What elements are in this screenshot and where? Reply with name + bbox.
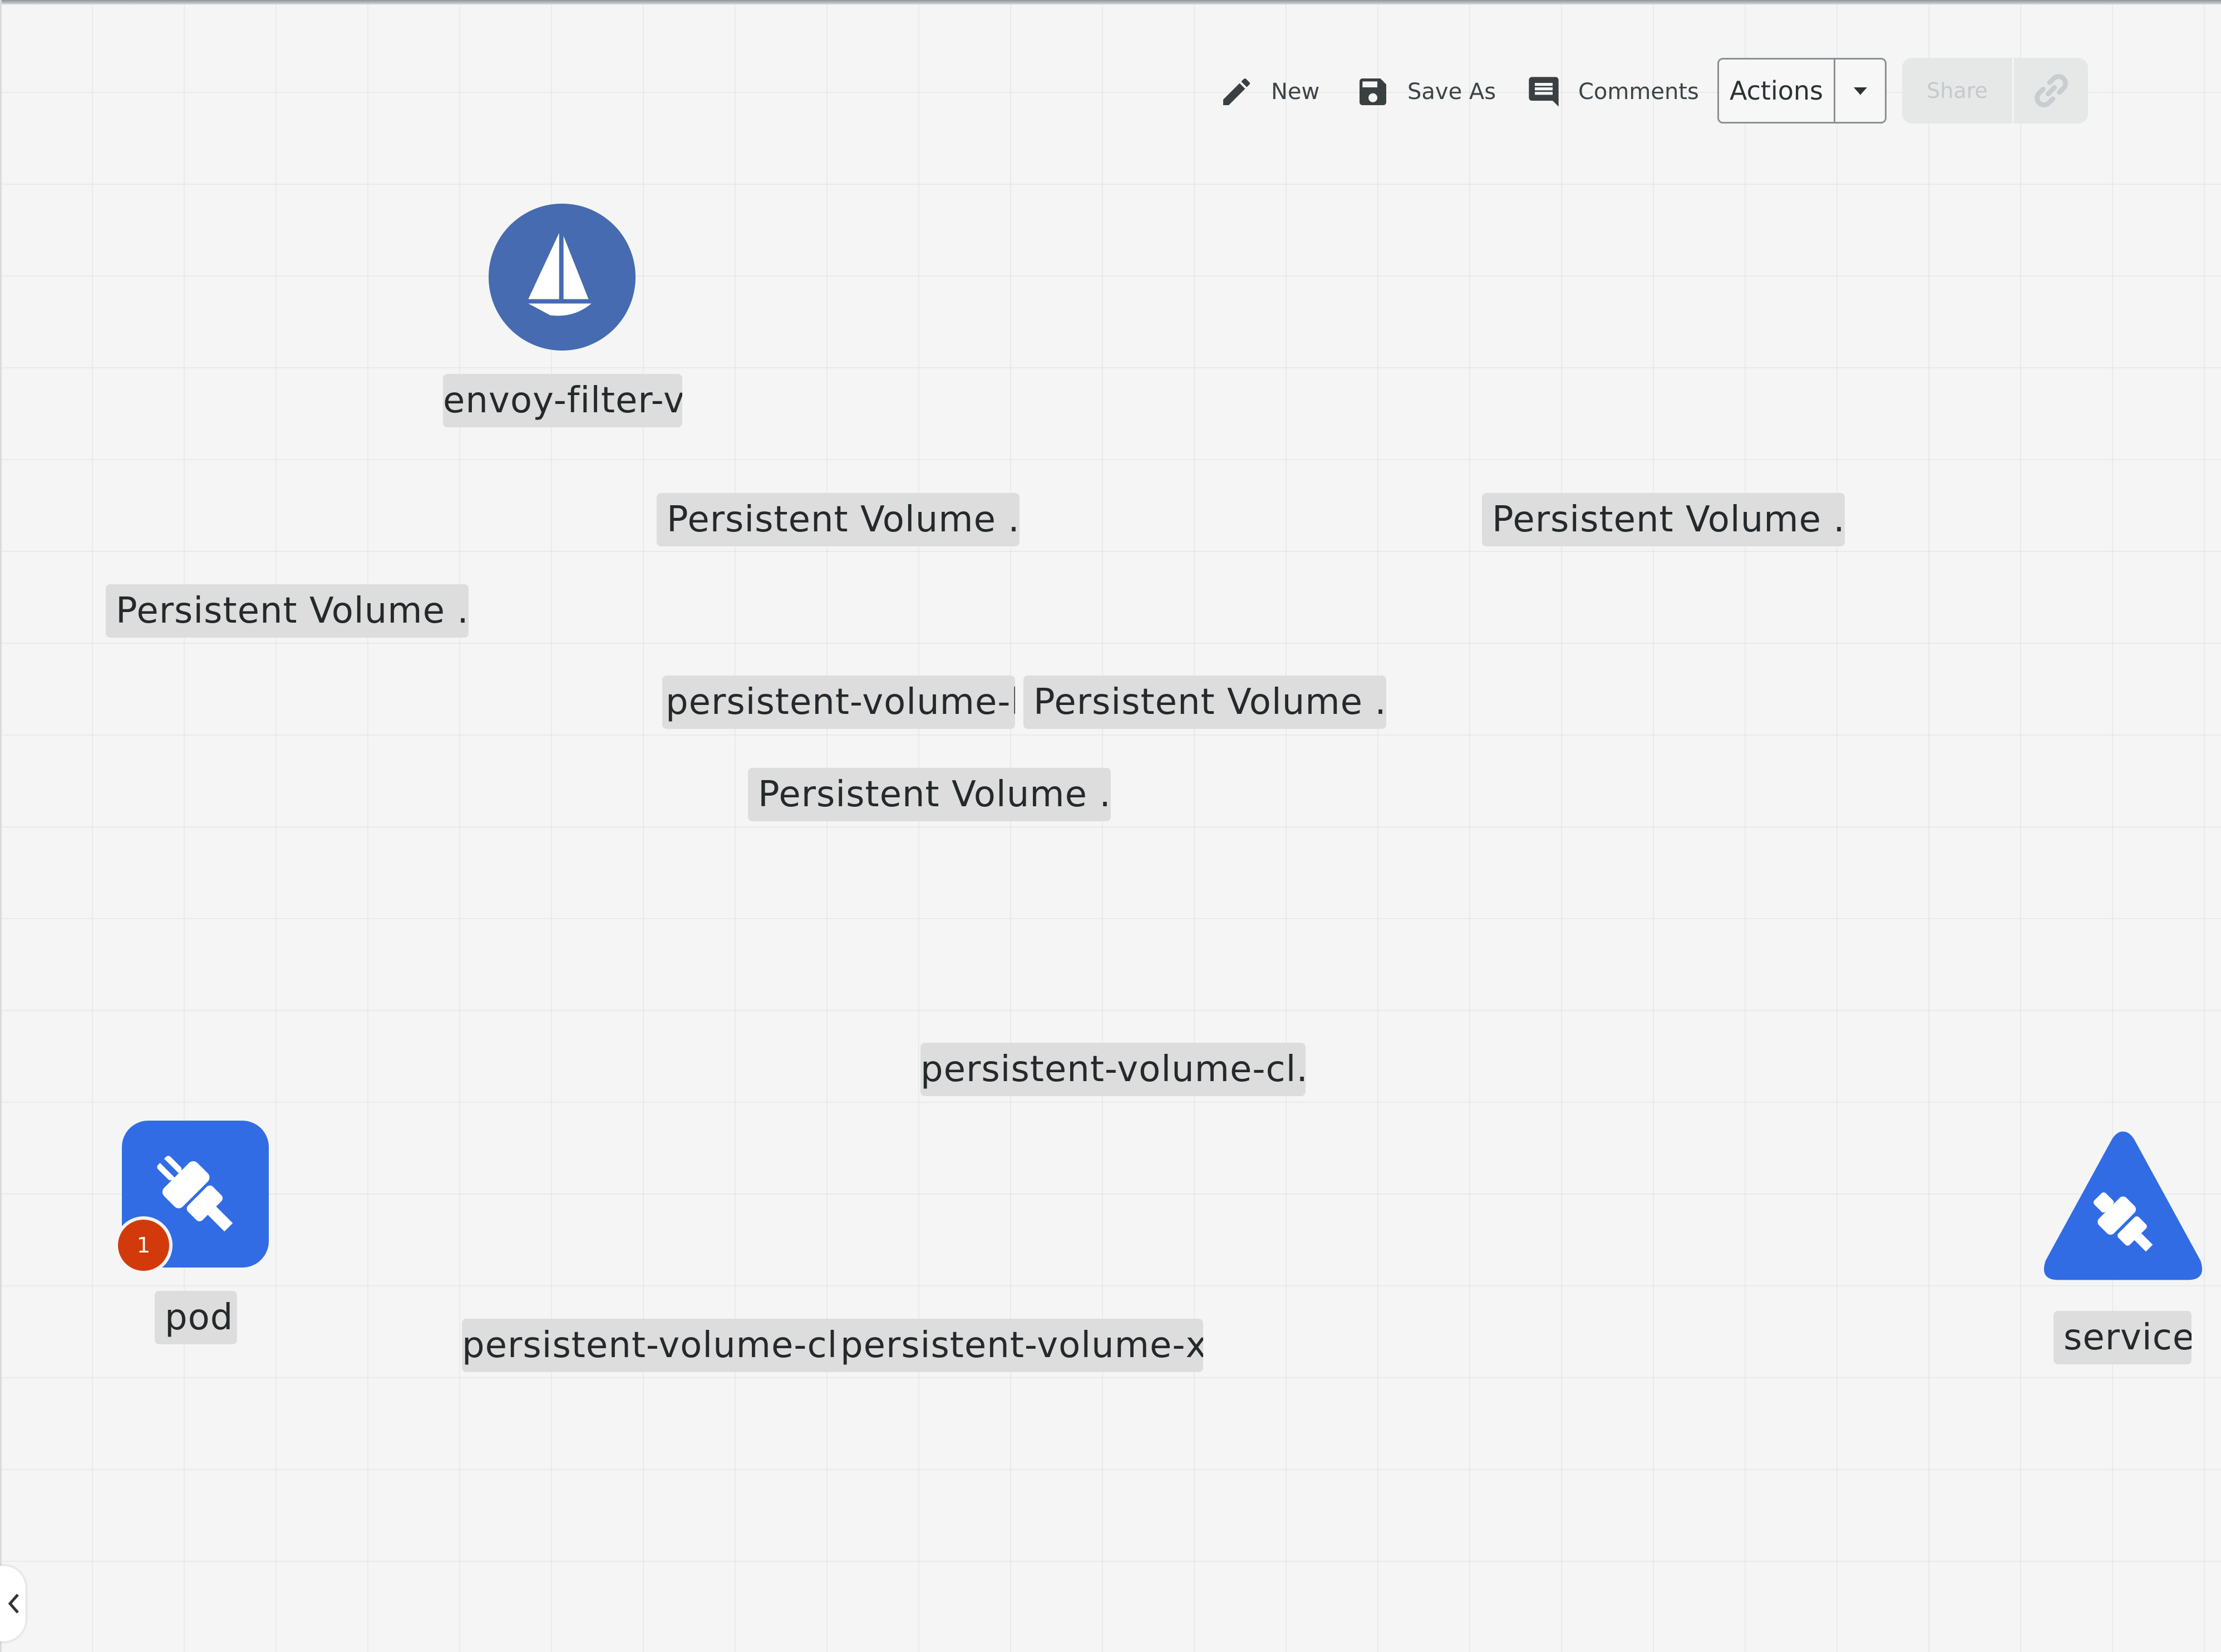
node-label-persistent-volume[interactable]: Persistent Volume ... bbox=[748, 768, 1111, 821]
node-label-persistent-volume[interactable]: Persistent Volume ... bbox=[1023, 675, 1386, 729]
comments-button[interactable]: Comments bbox=[1526, 67, 1699, 117]
istio-sailboat-icon[interactable] bbox=[489, 204, 636, 351]
node-label-persistent-volume[interactable]: Persistent Volume ... bbox=[106, 584, 469, 638]
floppy-disk-icon bbox=[1360, 78, 1386, 105]
save-as-button[interactable]: Save As bbox=[1355, 67, 1496, 117]
copy-link-button[interactable] bbox=[2014, 58, 2088, 124]
node-label-pod[interactable]: pod bbox=[155, 1291, 237, 1344]
actions-dropdown[interactable]: Actions bbox=[1717, 58, 1887, 124]
share-group: Share bbox=[1902, 58, 2088, 124]
share-button[interactable]: Share bbox=[1902, 58, 2014, 124]
sidebar-toggle-button[interactable] bbox=[0, 1566, 26, 1641]
save-as-button-label: Save As bbox=[1407, 79, 1496, 105]
node-label-persistent-volume[interactable]: Persistent Volume ... bbox=[657, 493, 1020, 546]
actions-caret-button[interactable] bbox=[1835, 60, 1885, 122]
notification-badge: 1 bbox=[115, 1216, 173, 1274]
link-icon bbox=[2034, 74, 2068, 107]
node-label-persistent-volume-claim[interactable]: persistent-volume-cl... bbox=[920, 1043, 1306, 1096]
new-button-label: New bbox=[1271, 79, 1320, 105]
caret-down-icon bbox=[1853, 87, 1867, 95]
window-left-edge bbox=[0, 0, 2, 1652]
pencil-icon bbox=[1223, 78, 1250, 105]
node-label-persistent-volume-claim[interactable]: persistent-volume-cl... bbox=[462, 1319, 846, 1372]
plug-icon[interactable] bbox=[2039, 1125, 2207, 1286]
comments-button-label: Comments bbox=[1578, 79, 1699, 105]
node-label-service[interactable]: service bbox=[2053, 1311, 2192, 1364]
chevron-left-icon bbox=[8, 1594, 19, 1614]
node-label-envoy-filter[interactable]: envoy-filter-vi bbox=[443, 374, 682, 427]
node-label-persistent-volume-xn[interactable]: persistent-volume-xn bbox=[840, 1319, 1203, 1372]
node-label-persistent-volume[interactable]: Persistent Volume ... bbox=[1482, 493, 1845, 546]
window-top-edge bbox=[0, 0, 2221, 4]
node-label-persistent-volume-ls[interactable]: persistent-volume-ls bbox=[662, 675, 1015, 729]
new-button[interactable]: New bbox=[1219, 67, 1319, 117]
comment-icon bbox=[1529, 77, 1559, 107]
actions-button[interactable]: Actions bbox=[1719, 60, 1835, 122]
